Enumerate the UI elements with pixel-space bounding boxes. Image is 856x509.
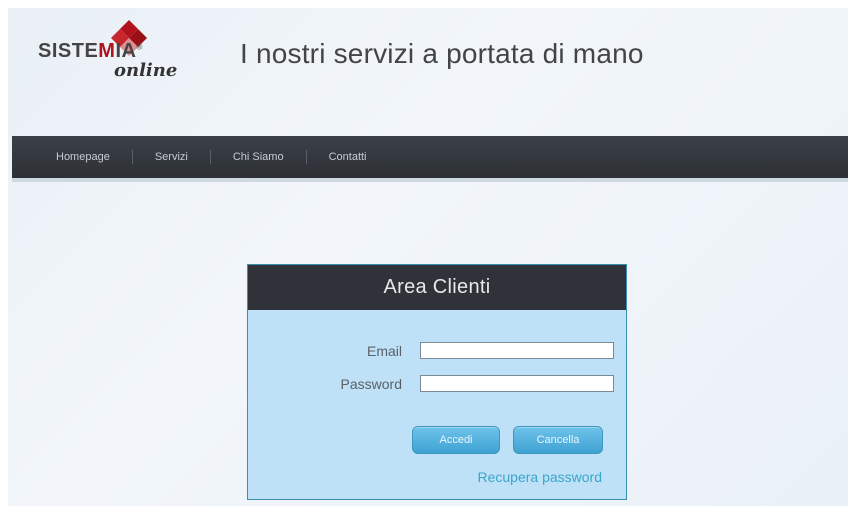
main-nav: Homepage Servizi Chi Siamo Contatti (12, 136, 848, 182)
login-header: Area Clienti (248, 265, 626, 310)
password-label: Password (340, 376, 402, 392)
accedi-button[interactable]: Accedi (412, 426, 500, 454)
nav-item-contatti[interactable]: Contatti (329, 151, 367, 163)
email-label: Email (366, 343, 402, 359)
nav-item-homepage[interactable]: Homepage (56, 151, 110, 163)
page: SISTEMIA® online I nostri servizi a port… (8, 8, 848, 506)
page-tagline: I nostri servizi a portata di mano (240, 38, 644, 69)
nav-separator (131, 150, 133, 164)
email-row: Email (248, 342, 628, 362)
nav-item-servizi[interactable]: Servizi (155, 151, 188, 163)
login-panel: Area Clienti Email Password Accedi Cance… (247, 264, 627, 500)
nav-item-chi-siamo[interactable]: Chi Siamo (233, 151, 284, 163)
nav-separator (209, 150, 211, 164)
password-row: Password (248, 375, 628, 395)
recover-password-link[interactable]: Recupera password (477, 469, 602, 485)
nav-separator (305, 150, 307, 164)
password-field[interactable] (420, 375, 614, 392)
logo-subtitle: online (114, 60, 178, 81)
login-title: Area Clienti (383, 276, 491, 298)
cancella-button[interactable]: Cancella (513, 426, 603, 454)
email-field[interactable] (420, 342, 614, 359)
logo[interactable]: SISTEMIA® online (32, 14, 192, 86)
